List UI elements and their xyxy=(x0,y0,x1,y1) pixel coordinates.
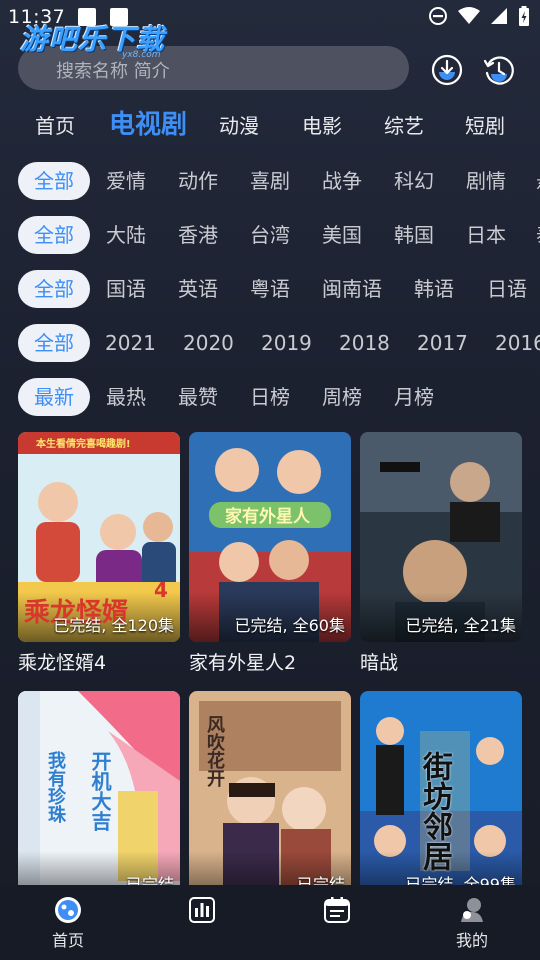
region-chip[interactable]: 美国 xyxy=(322,216,362,254)
poster-title-art: 街坊邻居 xyxy=(417,751,452,871)
show-card[interactable]: 家有外星人 已完结, 全60集 家有外星人2 xyxy=(189,432,351,675)
history-icon[interactable] xyxy=(482,53,516,87)
nav-profile-label: 我的 xyxy=(455,931,488,950)
year-chip[interactable]: 2017 xyxy=(417,324,468,362)
year-chip[interactable]: 2019 xyxy=(261,324,312,362)
genre-chip[interactable]: 喜剧 xyxy=(250,162,290,200)
year-all-chip[interactable]: 全部 xyxy=(18,324,90,362)
watermark-sub: yx8.com xyxy=(122,50,161,60)
poster-side-text: 我有珍珠 xyxy=(45,751,66,823)
tab-home[interactable]: 首页 xyxy=(35,110,75,139)
show-poster[interactable]: 风吹花开 已完结 xyxy=(189,691,351,901)
show-card[interactable]: 街坊邻居 已完结, 全99集 xyxy=(360,691,522,901)
episode-status: 已完结, 全21集 xyxy=(405,616,516,635)
poster-title-art: 开机大吉 xyxy=(88,751,112,831)
language-all-chip[interactable]: 全部 xyxy=(18,270,90,308)
tab-movie[interactable]: 电影 xyxy=(302,110,342,139)
do-not-disturb-icon xyxy=(429,7,447,25)
language-chip[interactable]: 韩语 xyxy=(414,270,454,308)
show-card[interactable]: 我有珍珠 开机大吉 已完结 xyxy=(18,691,180,901)
sort-chip[interactable]: 日榜 xyxy=(250,378,290,416)
year-chip[interactable]: 2021 xyxy=(105,324,156,362)
bottom-nav: 首页 我的 xyxy=(0,885,540,960)
genre-all-chip[interactable]: 全部 xyxy=(18,162,90,200)
region-chip[interactable]: 泰 xyxy=(536,216,540,254)
show-title[interactable]: 家有外星人2 xyxy=(189,648,351,675)
signal-icon xyxy=(491,8,507,24)
show-poster[interactable]: 家有外星人 已完结, 全60集 xyxy=(189,432,351,642)
language-filter-row: 全部 国语 英语 粤语 闽南语 韩语 日语 xyxy=(0,270,540,310)
sort-chip[interactable]: 周榜 xyxy=(322,378,362,416)
sort-filter-row: 最新 最热 最赞 日榜 周榜 月榜 xyxy=(0,378,540,418)
genre-chip[interactable]: 科幻 xyxy=(394,162,434,200)
battery-icon xyxy=(519,6,529,26)
poster-side-text: 风吹花开 xyxy=(204,715,225,787)
nav-home-label: 首页 xyxy=(51,931,84,950)
calendar-icon xyxy=(324,897,350,923)
region-chip[interactable]: 日本 xyxy=(466,216,506,254)
region-chip[interactable]: 韩国 xyxy=(394,216,434,254)
sort-chip[interactable]: 最赞 xyxy=(178,378,218,416)
year-filter-row: 全部 2021 2020 2019 2018 2017 2016 xyxy=(0,324,540,364)
sort-chip[interactable]: 最热 xyxy=(106,378,146,416)
search-placeholder: 搜索名称 简介 xyxy=(56,61,170,82)
nav-schedule[interactable] xyxy=(297,895,377,927)
show-poster[interactable]: 已完结, 全21集 xyxy=(360,432,522,642)
year-chip[interactable]: 2016 xyxy=(495,324,540,362)
region-chip[interactable]: 香港 xyxy=(178,216,218,254)
genre-chip[interactable]: 剧情 xyxy=(466,162,506,200)
nav-home[interactable]: 首页 xyxy=(28,895,108,951)
show-card[interactable]: 已完结, 全21集 暗战 xyxy=(360,432,522,675)
region-chip[interactable]: 台湾 xyxy=(250,216,290,254)
genre-chip[interactable]: 悬 xyxy=(536,162,540,200)
language-chip[interactable]: 国语 xyxy=(106,270,146,308)
sort-chip[interactable]: 月榜 xyxy=(394,378,434,416)
download-icon[interactable] xyxy=(430,53,464,87)
tab-anime[interactable]: 动漫 xyxy=(219,110,259,139)
language-chip[interactable]: 闽南语 xyxy=(322,270,382,308)
poster-logo-text: 家有外星人 xyxy=(225,507,310,527)
show-card[interactable]: 本生看倩完喜喝趣剧! 乘龙怪婿 4 已完结, 全120集 乘龙怪婿4 xyxy=(18,432,180,675)
home-planet-icon xyxy=(55,897,81,923)
wifi-icon xyxy=(458,7,480,24)
episode-status: 已完结, 全120集 xyxy=(53,616,174,635)
language-chip[interactable]: 英语 xyxy=(178,270,218,308)
region-all-chip[interactable]: 全部 xyxy=(18,216,90,254)
genre-chip[interactable]: 战争 xyxy=(322,162,362,200)
tab-tv-series[interactable]: 电视剧 xyxy=(109,104,187,141)
region-chip[interactable]: 大陆 xyxy=(106,216,146,254)
chart-icon xyxy=(189,897,215,923)
show-title[interactable]: 暗战 xyxy=(360,648,522,675)
nav-profile[interactable]: 我的 xyxy=(432,895,512,951)
tab-short-drama[interactable]: 短剧 xyxy=(465,110,505,139)
show-poster[interactable]: 本生看倩完喜喝趣剧! 乘龙怪婿 4 已完结, 全120集 xyxy=(18,432,180,642)
genre-filter-row: 全部 爱情 动作 喜剧 战争 科幻 剧情 悬 xyxy=(0,162,540,202)
year-chip[interactable]: 2020 xyxy=(183,324,234,362)
show-card[interactable]: 风吹花开 已完结 xyxy=(189,691,351,901)
region-filter-row: 全部 大陆 香港 台湾 美国 韩国 日本 泰 xyxy=(0,216,540,256)
show-poster[interactable]: 街坊邻居 已完结, 全99集 xyxy=(360,691,522,901)
language-chip[interactable]: 粤语 xyxy=(250,270,290,308)
year-chip[interactable]: 2018 xyxy=(339,324,390,362)
show-title[interactable]: 乘龙怪婿4 xyxy=(18,648,180,675)
genre-chip[interactable]: 爱情 xyxy=(106,162,146,200)
tab-variety[interactable]: 综艺 xyxy=(384,110,424,139)
status-right-icons xyxy=(428,6,530,26)
category-tabs: 首页 电视剧 动漫 电影 综艺 短剧 xyxy=(0,104,540,144)
show-poster[interactable]: 我有珍珠 开机大吉 已完结 xyxy=(18,691,180,901)
sort-latest-chip[interactable]: 最新 xyxy=(18,378,90,416)
poster-banner-text: 本生看倩完喜喝趣剧! xyxy=(36,439,131,450)
poster-season-number: 4 xyxy=(154,578,168,602)
language-chip[interactable]: 日语 xyxy=(487,270,527,308)
profile-icon xyxy=(461,898,483,922)
nav-charts[interactable] xyxy=(162,895,242,927)
episode-status: 已完结, 全60集 xyxy=(234,616,345,635)
genre-chip[interactable]: 动作 xyxy=(178,162,218,200)
